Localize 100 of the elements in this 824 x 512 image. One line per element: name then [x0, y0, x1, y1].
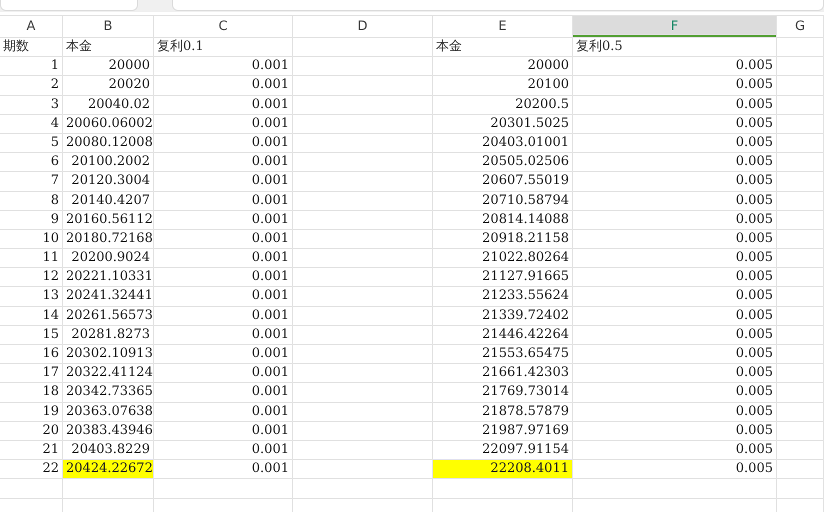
- column-header[interactable]: C: [154, 16, 293, 38]
- table-cell: 22097.91154: [433, 440, 573, 460]
- table-cell: 0.001: [154, 460, 293, 480]
- table-cell: 5: [0, 134, 63, 154]
- table-cell: 20200.9024: [63, 249, 154, 268]
- table-cell: 20403.8229: [63, 440, 154, 460]
- table-cell: 0.005: [573, 460, 777, 480]
- table-cell: 20918.21158: [433, 230, 573, 250]
- table-cell: 20383.43946: [63, 422, 154, 441]
- table-cell: 21987.97169: [433, 422, 573, 441]
- table-cell: 21769.73014: [433, 383, 573, 403]
- column-header[interactable]: D: [293, 16, 433, 38]
- name-box[interactable]: [0, 0, 138, 11]
- table-cell: 0.005: [573, 383, 777, 403]
- table-cell: 20060.06002: [63, 114, 154, 134]
- table-cell: 3: [0, 96, 63, 115]
- table-cell: 复利0.5: [573, 38, 777, 58]
- table-cell: 21661.42303: [433, 364, 573, 384]
- table-cell: 20180.72168: [63, 230, 154, 250]
- table-cell: 0.005: [573, 268, 777, 288]
- table-cell: 8: [0, 192, 63, 211]
- table-cell: 14: [0, 306, 63, 326]
- table-cell: 20363.07638: [63, 402, 154, 422]
- table-cell: 20100: [433, 76, 573, 96]
- table-cell: 0.001: [154, 153, 293, 172]
- table-cell: 20424.22672: [63, 460, 154, 480]
- table-cell: 21553.65475: [433, 345, 573, 364]
- table-cell: 0.001: [154, 76, 293, 96]
- table-cell: 0.001: [154, 57, 293, 76]
- table-cell: 20322.41124: [63, 364, 154, 384]
- table-cell: 0.001: [154, 383, 293, 403]
- table-cell: 0.001: [154, 210, 293, 230]
- table-cell: 20302.10913: [63, 345, 154, 364]
- table-cell: 0.001: [154, 364, 293, 384]
- table-cell: 0.001: [154, 249, 293, 268]
- table-cell: 12: [0, 268, 63, 288]
- table-cell: 21022.80264: [433, 249, 573, 268]
- table-cell: 20505.02506: [433, 153, 573, 172]
- column-header[interactable]: A: [0, 16, 63, 38]
- table-cell: 19: [0, 402, 63, 422]
- column-header[interactable]: B: [63, 16, 154, 38]
- table-cell: 0.001: [154, 326, 293, 345]
- table-cell: 20241.32441: [63, 287, 154, 307]
- table-cell: 20342.73365: [63, 383, 154, 403]
- table-cell: 0.005: [573, 249, 777, 268]
- table-cell: 0.005: [573, 402, 777, 422]
- table-cell: 20160.56112: [63, 210, 154, 230]
- table-cell: 20814.14088: [433, 210, 573, 230]
- table-cell: 20200.5: [433, 96, 573, 115]
- table-cell: 21127.91665: [433, 268, 573, 288]
- table-cell: 22: [0, 460, 63, 480]
- table-cell: 20120.3004: [63, 172, 154, 192]
- table-cell: 0.001: [154, 268, 293, 288]
- table-cell: 20221.10331: [63, 268, 154, 288]
- table-cell: 0.001: [154, 345, 293, 364]
- table-cell: 20261.56573: [63, 306, 154, 326]
- table-cell: 13: [0, 287, 63, 307]
- table-cell: 0.001: [154, 440, 293, 460]
- table-cell: 0.005: [573, 192, 777, 211]
- table-cell: 0.001: [154, 402, 293, 422]
- column-header[interactable]: E: [433, 16, 573, 38]
- table-cell: 0.001: [154, 96, 293, 115]
- table-cell: 0.005: [573, 57, 777, 76]
- table-cell: 20607.55019: [433, 172, 573, 192]
- table-cell: 0.005: [573, 345, 777, 364]
- table-cell: 20040.02: [63, 96, 154, 115]
- table-cell: 0.005: [573, 172, 777, 192]
- table-cell: 0.005: [573, 422, 777, 441]
- table-cell: 7: [0, 172, 63, 192]
- table-cell: 0.001: [154, 172, 293, 192]
- table-cell: 期数: [0, 38, 63, 58]
- table-cell: 21446.42264: [433, 326, 573, 345]
- table-cell: 0.001: [154, 306, 293, 326]
- table-cell: 0.001: [154, 422, 293, 441]
- table-cell: 0.005: [573, 76, 777, 96]
- table-cell: 20710.58794: [433, 192, 573, 211]
- table-cell: 18: [0, 383, 63, 403]
- table-cell: 0.001: [154, 192, 293, 211]
- table-cell: 0.001: [154, 230, 293, 250]
- table-cell: 20000: [63, 57, 154, 76]
- table-cell: 11: [0, 249, 63, 268]
- table-cell: 20080.12008: [63, 134, 154, 154]
- table-cell: 20403.01001: [433, 134, 573, 154]
- formula-bar[interactable]: [172, 0, 824, 11]
- table-cell: 20000: [433, 57, 573, 76]
- table-cell: 1: [0, 57, 63, 76]
- table-cell: 0.005: [573, 96, 777, 115]
- table-cell: 本金: [63, 38, 154, 58]
- table-cell: 0.001: [154, 287, 293, 307]
- table-cell: 6: [0, 153, 63, 172]
- table-cell: 21339.72402: [433, 306, 573, 326]
- table-cell: 0.005: [573, 440, 777, 460]
- table-cell: 20020: [63, 76, 154, 96]
- table-cell: 9: [0, 210, 63, 230]
- column-header[interactable]: G: [777, 16, 824, 38]
- table-cell: 15: [0, 326, 63, 345]
- table-cell: 16: [0, 345, 63, 364]
- table-cell: 20100.2002: [63, 153, 154, 172]
- table-cell: 20140.4207: [63, 192, 154, 211]
- table-cell: 复利0.1: [154, 38, 293, 58]
